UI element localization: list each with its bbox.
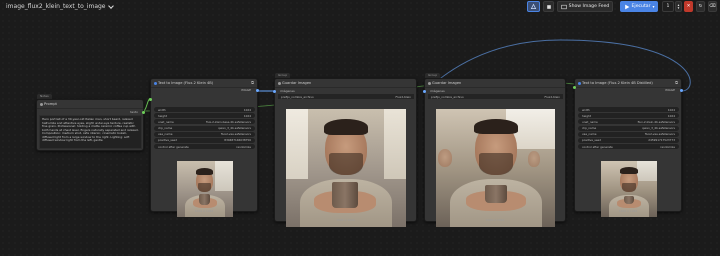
- save-image-1-input-label: imágenes: [280, 89, 295, 93]
- save-image-2-preview: [436, 109, 555, 227]
- subgraph-icon: [153, 81, 157, 85]
- collapse-dot-icon[interactable]: [39, 102, 43, 106]
- save-image-2-input-label: imágenes: [430, 89, 445, 93]
- widget-seed[interactable]: positive_seed 245991717523773: [578, 137, 679, 143]
- save-image-2-title: Guardar Imagen: [432, 81, 462, 85]
- save-image-node-1[interactable]: Guardar Imagen imágenes prefijo_nombre_a…: [273, 78, 417, 227]
- t2i-left-title: Text to Image (Flux.2 Klein 4B): [158, 81, 214, 85]
- save-image-1-input-socket[interactable]: [273, 90, 276, 93]
- t2i-right-node[interactable]: Text to Image (Flux.2 Klein 4B Distilled…: [573, 78, 683, 217]
- t2i-left-output-label: IMAGE: [241, 88, 251, 92]
- widget-height[interactable]: height 1024: [154, 113, 255, 119]
- widget-vae-name[interactable]: vae_name flux2-vae.safetensors: [154, 131, 255, 137]
- open-subgraph-icon[interactable]: ⧉: [675, 80, 678, 85]
- save-image-2-caption: 1024 × 1024: [485, 218, 505, 222]
- t2i-left-node[interactable]: Text to Image (Flux.2 Klein 4B) ⧉ IMAGE …: [149, 78, 259, 217]
- save-image-1-title: Guardar Imagen: [282, 81, 312, 85]
- save-image-1-preview: [286, 109, 406, 227]
- t2i-left-caption: 1024 × 1024: [194, 209, 214, 213]
- widget-unet-name[interactable]: unet_name flux-2-klein-4b.safetensors: [578, 119, 679, 125]
- t2i-left-header[interactable]: Text to Image (Flux.2 Klein 4B) ⧉: [151, 79, 257, 88]
- widget-width[interactable]: width 1024: [578, 107, 679, 112]
- save-image-node-2[interactable]: Guardar Imagen imágenes prefijo_nombre_a…: [423, 78, 566, 227]
- collapse-dot-icon[interactable]: [427, 81, 431, 85]
- widget-height[interactable]: height 1024: [578, 113, 679, 119]
- prompt-textarea[interactable]: Hero portrait of a 30-year-old Italian m…: [39, 115, 142, 149]
- t2i-left-input-socket[interactable]: [149, 98, 152, 101]
- prompt-output-socket[interactable]: [142, 111, 145, 114]
- t2i-right-caption: 1024 × 1024: [618, 209, 638, 213]
- prompt-node-header[interactable]: Prompt: [37, 100, 143, 109]
- prompt-node[interactable]: Prompt texto Hero portrait of a 30-year-…: [36, 99, 145, 151]
- t2i-right-widgets: width 1024 height 1024 unet_name flux-2-kle…: [578, 107, 679, 150]
- widget-seed[interactable]: positive_seed 839487146038756: [154, 137, 255, 143]
- widget-clip-name[interactable]: clip_name qwen_3_4b.safetensors: [578, 125, 679, 131]
- subgraph-icon: [577, 81, 581, 85]
- open-subgraph-icon[interactable]: ⧉: [251, 80, 254, 85]
- t2i-right-output-label: IMAGE: [665, 88, 675, 92]
- save-image-2-header[interactable]: Guardar Imagen: [425, 79, 565, 88]
- t2i-right-title: Text to Image (Flux.2 Klein 4B Distilled…: [582, 81, 653, 85]
- prompt-output-label: texto: [130, 110, 138, 114]
- prompt-node-title: Prompt: [44, 102, 57, 106]
- save-image-2-input-socket[interactable]: [423, 90, 426, 93]
- t2i-right-header[interactable]: Text to Image (Flux.2 Klein 4B Distilled…: [575, 79, 681, 88]
- save-image-2-prefix-widget[interactable]: prefijo_nombre_archivo Flux2-Klein: [428, 94, 563, 99]
- widget-vae-name[interactable]: vae_name flux2-vae.safetensors: [578, 131, 679, 137]
- save-image-1-prefix-widget[interactable]: prefijo_nombre_archivo Flux2-Klein: [278, 94, 414, 99]
- save-image-1-caption: 1024 × 1024: [336, 218, 355, 222]
- t2i-left-output-socket[interactable]: [256, 89, 259, 92]
- widget-control-after-generate[interactable]: control after generate randomize: [154, 144, 255, 150]
- widget-unet-name[interactable]: unet_name flux-2-klein-base-4b.safetensor…: [154, 119, 255, 125]
- collapse-dot-icon[interactable]: [277, 81, 281, 85]
- t2i-right-input-socket[interactable]: [573, 86, 576, 89]
- t2i-right-output-socket[interactable]: [680, 89, 683, 92]
- widget-control-after-generate[interactable]: control after generate randomize: [578, 144, 679, 150]
- t2i-left-widgets: width 1024 height 1024 unet_name flux-2-kle…: [154, 107, 255, 150]
- save-image-1-header[interactable]: Guardar Imagen: [275, 79, 416, 88]
- widget-clip-name[interactable]: clip_name qwen_3_4b.safetensors: [154, 125, 255, 131]
- widget-width[interactable]: width 1024: [154, 107, 255, 112]
